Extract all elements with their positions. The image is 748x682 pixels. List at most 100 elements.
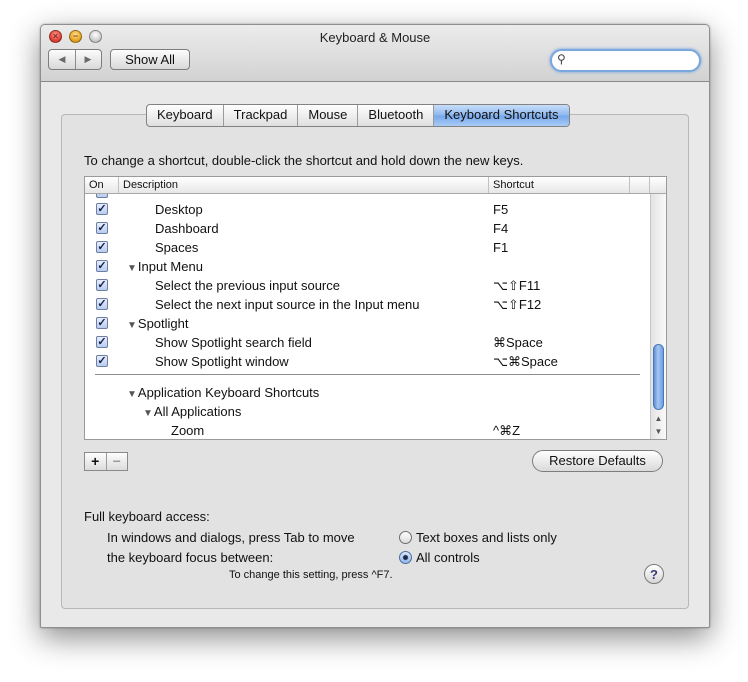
- shortcut-keys[interactable]: F4: [493, 219, 508, 238]
- row-label: Application Keyboard Shortcuts: [137, 385, 320, 400]
- disclosure-triangle-icon[interactable]: ▼: [127, 263, 137, 274]
- column-header-on[interactable]: On: [85, 177, 119, 193]
- column-header-shortcut[interactable]: Shortcut: [489, 177, 630, 193]
- shortcut-keys[interactable]: ⌘Space: [493, 333, 543, 352]
- checkbox[interactable]: ✓: [96, 317, 108, 329]
- window-toolbar: × − Keyboard & Mouse ◀ ▶ Show All ⚲: [41, 25, 709, 82]
- scroll-up-icon[interactable]: ▲: [651, 413, 666, 425]
- keyboard-access-note: To change this setting, press ^F7.: [229, 569, 393, 581]
- shortcut-description: Dashboard: [155, 219, 219, 238]
- full-keyboard-access-label: Full keyboard access:: [84, 509, 210, 524]
- shortcut-description: Desktop: [155, 200, 203, 219]
- table-row[interactable]: ✓ Show Spotlight search field ⌘Space: [85, 333, 650, 352]
- tab-bar: Keyboard Trackpad Mouse Bluetooth Keyboa…: [146, 104, 570, 127]
- checkbox[interactable]: ✓: [96, 203, 108, 215]
- table-row[interactable]: ✓ Select the next input source in the Inp…: [85, 295, 650, 314]
- radio-label: All controls: [416, 550, 480, 565]
- shortcut-keys[interactable]: ⌥⌘Space: [493, 352, 558, 371]
- checkbox[interactable]: ✓: [96, 279, 108, 291]
- checkbox[interactable]: ✓: [96, 222, 108, 234]
- instructions-text: To change a shortcut, double-click the s…: [84, 153, 524, 168]
- back-button[interactable]: ◀: [49, 50, 76, 69]
- radio-button-selected-icon[interactable]: [399, 551, 412, 564]
- remove-shortcut-button[interactable]: −: [107, 453, 128, 470]
- row-label: Select the next input source in the Inpu…: [155, 297, 420, 312]
- checkbox[interactable]: ✓: [96, 194, 108, 198]
- row-label: Desktop: [155, 202, 203, 217]
- group-label: ▼Spotlight: [127, 314, 189, 335]
- table-row[interactable]: ✓ Desktop F5: [85, 200, 650, 219]
- back-forward-group: ◀ ▶: [48, 49, 102, 70]
- row-label: All Applications: [153, 404, 242, 419]
- row-label: Input Menu: [137, 259, 203, 274]
- table-row[interactable]: ✓ Spaces F1: [85, 238, 650, 257]
- column-header-extra: [630, 177, 650, 193]
- shortcut-keys[interactable]: ⌥⇧F11: [493, 276, 540, 295]
- table-row[interactable]: ✓ ▼Input Menu: [85, 257, 650, 276]
- column-header-description[interactable]: Description: [119, 177, 489, 193]
- outline-header: On Description Shortcut: [85, 177, 666, 194]
- checkbox[interactable]: ✓: [96, 260, 108, 272]
- window-title: Keyboard & Mouse: [319, 30, 431, 45]
- search-field[interactable]: ⚲: [550, 49, 701, 72]
- shortcut-keys[interactable]: ^⌘Z: [493, 421, 520, 439]
- table-row[interactable]: ✓ Show Spotlight window ⌥⌘Space: [85, 352, 650, 371]
- group-label: ▼Application Keyboard Shortcuts: [127, 383, 319, 404]
- table-row[interactable]: ▼Application Keyboard Shortcuts: [85, 383, 650, 402]
- shortcut-description: Show Spotlight search field: [155, 333, 312, 352]
- tab-mouse[interactable]: Mouse: [298, 105, 359, 126]
- fka-description-line1: In windows and dialogs, press Tab to mov…: [107, 530, 355, 545]
- group-label: ▼All Applications: [143, 402, 241, 423]
- disclosure-triangle-icon[interactable]: ▼: [143, 408, 153, 419]
- search-icon: ⚲: [557, 52, 566, 66]
- row-label: Dashboard: [155, 221, 219, 236]
- tab-keyboard-shortcuts[interactable]: Keyboard Shortcuts: [434, 105, 569, 126]
- row-label: Select the previous input source: [155, 278, 340, 293]
- shortcut-description: Spaces: [155, 238, 198, 257]
- forward-button[interactable]: ▶: [75, 50, 101, 69]
- row-label: Show Spotlight search field: [155, 335, 312, 350]
- scroll-down-icon[interactable]: ▼: [651, 426, 666, 438]
- shortcut-description: Zoom: [171, 421, 205, 439]
- table-row[interactable]: Zoom ^⌘Z: [85, 421, 650, 439]
- add-remove-group: + −: [84, 452, 128, 471]
- row-label: Zoom: [171, 423, 205, 438]
- preferences-window: × − Keyboard & Mouse ◀ ▶ Show All ⚲ Keyb…: [40, 24, 710, 628]
- tab-bluetooth[interactable]: Bluetooth: [358, 105, 435, 126]
- row-label: Spotlight: [137, 316, 189, 331]
- radio-button-icon[interactable]: [399, 531, 412, 544]
- table-row[interactable]: ✓ ▼Spotlight: [85, 314, 650, 333]
- table-row[interactable]: ✓ Select the previous input source ⌥⇧F11: [85, 276, 650, 295]
- shortcut-keys[interactable]: ⌥⇧F12: [493, 295, 541, 314]
- checkbox[interactable]: ✓: [96, 298, 108, 310]
- fka-description-line2: the keyboard focus between:: [107, 550, 274, 565]
- add-shortcut-button[interactable]: +: [85, 453, 107, 470]
- chevron-right-icon: ▶: [84, 54, 92, 64]
- checkbox[interactable]: ✓: [96, 241, 108, 253]
- section-separator: [95, 374, 640, 375]
- chevron-left-icon: ◀: [58, 54, 66, 64]
- radio-text-boxes-lists[interactable]: Text boxes and lists only: [399, 528, 557, 548]
- checkbox[interactable]: ✓: [96, 336, 108, 348]
- help-button[interactable]: ?: [644, 564, 664, 584]
- scrollbar-thumb[interactable]: [653, 344, 664, 410]
- vertical-scrollbar[interactable]: ▲ ▼: [650, 194, 666, 439]
- search-input[interactable]: [572, 53, 692, 68]
- disclosure-triangle-icon[interactable]: ▼: [127, 389, 137, 400]
- shortcut-description: Show Spotlight window: [155, 352, 289, 371]
- shortcut-keys[interactable]: F1: [493, 238, 508, 257]
- shortcut-keys[interactable]: F5: [493, 200, 508, 219]
- checkbox[interactable]: ✓: [96, 355, 108, 367]
- shortcuts-outline-view[interactable]: On Description Shortcut ✓ ✓ Desktop F5 ✓ Das…: [84, 176, 667, 440]
- show-all-button[interactable]: Show All: [110, 49, 190, 70]
- full-keyboard-access-description: In windows and dialogs, press Tab to mov…: [107, 528, 355, 568]
- table-row[interactable]: ✓ Dashboard F4: [85, 219, 650, 238]
- tab-trackpad[interactable]: Trackpad: [224, 105, 299, 126]
- radio-all-controls[interactable]: All controls: [399, 548, 480, 568]
- disclosure-triangle-icon[interactable]: ▼: [127, 320, 137, 331]
- row-label: Spaces: [155, 240, 199, 255]
- table-row[interactable]: ▼All Applications: [85, 402, 650, 421]
- tab-keyboard[interactable]: Keyboard: [147, 105, 224, 126]
- shortcut-description: Select the previous input source: [155, 276, 340, 295]
- restore-defaults-button[interactable]: Restore Defaults: [532, 450, 663, 472]
